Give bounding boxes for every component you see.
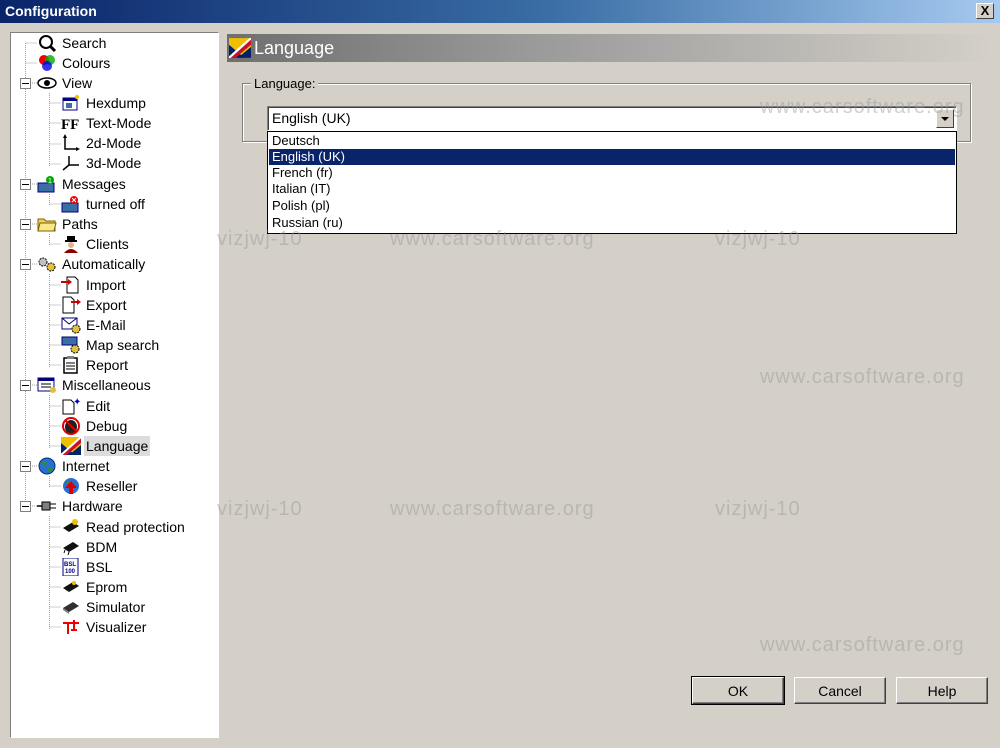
close-button[interactable]: X (976, 3, 994, 19)
panel-title: Language (254, 38, 335, 58)
text-mode-icon: FF (61, 117, 79, 132)
expander-internet[interactable] (20, 461, 31, 472)
expander-view[interactable] (20, 78, 31, 89)
email-icon (61, 317, 81, 334)
colours-icon (39, 55, 55, 71)
uk-flag-icon (61, 437, 81, 455)
clients-icon (64, 236, 78, 253)
expander-miscellaneous[interactable] (20, 380, 31, 391)
settings-tree[interactable]: Search Colours View Hexdump FF Text-Mode… (10, 32, 219, 738)
cancel-button[interactable]: Cancel (794, 677, 886, 704)
simulator-icon (63, 602, 79, 614)
folder-icon (37, 218, 57, 232)
ok-button[interactable]: OK (691, 676, 785, 705)
plug-icon (37, 501, 56, 511)
messages-icon: 1 (37, 176, 55, 193)
svg-text:100: 100 (65, 569, 76, 575)
language-dropdown-list[interactable]: Deutsch English (UK) French (fr) Italian… (267, 131, 957, 234)
turned-off-icon (61, 196, 79, 213)
language-combobox[interactable]: English (UK) (267, 106, 957, 131)
chip-icon (63, 519, 79, 532)
2d-mode-icon (63, 134, 80, 151)
svg-text:FF: FF (61, 117, 79, 132)
expander-messages[interactable] (20, 179, 31, 190)
reseller-icon (63, 478, 79, 494)
svg-text:✦: ✦ (73, 397, 81, 408)
expander-automatically[interactable] (20, 259, 31, 270)
help-button[interactable]: Help (896, 677, 988, 704)
bdm-chip-icon (63, 542, 79, 556)
eprom-icon (63, 581, 79, 592)
search-icon (39, 35, 57, 52)
import-icon (61, 276, 79, 294)
miscellaneous-icon (37, 377, 56, 393)
language-option-italian[interactable]: Italian (IT) (269, 181, 955, 197)
eye-icon (37, 77, 57, 89)
panel-header: Language (227, 34, 993, 62)
language-combo-value: English (UK) (272, 110, 351, 126)
expander-hardware[interactable] (20, 501, 31, 512)
gears-icon (38, 257, 56, 272)
language-option-deutsch[interactable]: Deutsch (269, 133, 955, 149)
uk-flag-icon (229, 38, 251, 58)
language-group-label: Language: (251, 76, 319, 91)
edit-icon: ✦ (62, 397, 81, 415)
language-option-russian[interactable]: Russian (ru) (269, 215, 955, 231)
svg-text:1: 1 (48, 178, 52, 185)
debug-icon (62, 417, 80, 435)
bsl-icon: BSL100 (62, 558, 79, 576)
globe-icon (38, 457, 56, 475)
map-search-icon (61, 336, 80, 354)
title-bar: Configuration X (0, 0, 1000, 23)
expander-paths[interactable] (20, 219, 31, 230)
language-option-french[interactable]: French (fr) (269, 165, 955, 181)
dropdown-arrow-icon[interactable] (936, 109, 954, 128)
hexdump-icon (62, 95, 79, 111)
visualizer-icon (63, 620, 79, 634)
language-option-english-uk[interactable]: English (UK) (269, 149, 955, 165)
report-icon (63, 356, 78, 374)
3d-mode-icon (62, 156, 79, 171)
language-option-polish[interactable]: Polish (pl) (269, 198, 955, 214)
export-icon (62, 296, 81, 314)
window-title: Configuration (5, 3, 97, 19)
svg-text:BSL: BSL (64, 562, 76, 568)
settings-panel: Language Language: English (UK) Deutsch … (222, 32, 997, 736)
